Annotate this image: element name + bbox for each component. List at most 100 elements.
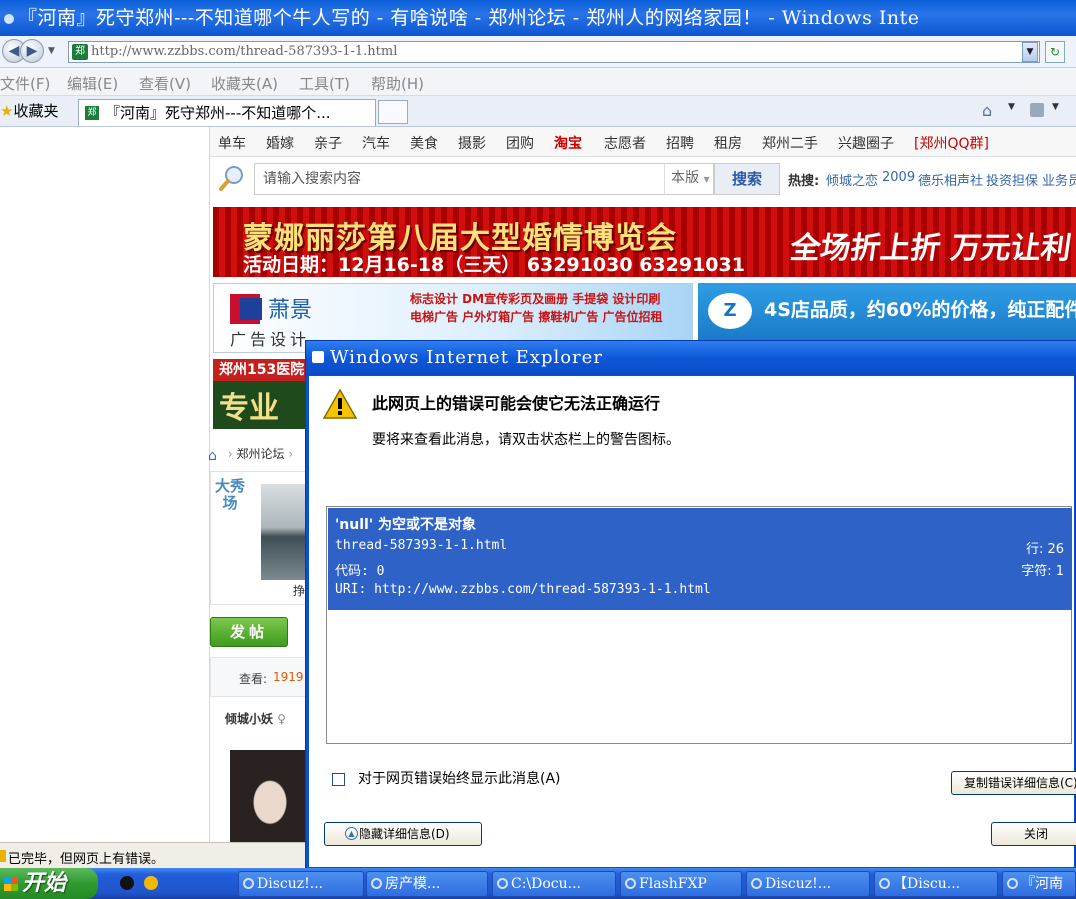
nav-link[interactable]: 淘宝 (554, 133, 582, 153)
menu-favorites[interactable]: 收藏夹(A) (211, 73, 278, 94)
status-text: 已完毕，但网页上有错误。 (8, 852, 165, 867)
flashfxp-icon (625, 878, 636, 889)
tab-current[interactable]: 郑 『河南』死守郑州---不知道哪个... (78, 99, 376, 126)
search-input[interactable]: 请输入搜索内容 (254, 163, 714, 195)
menu-help[interactable]: 帮助(H) (371, 73, 424, 94)
hot-search-link[interactable]: 投资担保 (986, 170, 1038, 189)
breadcrumb: ⌂ › 郑州论坛 › (208, 445, 293, 465)
taskbar-item-label: FlashFXP (639, 876, 707, 892)
nav-link[interactable]: 婚嫁 (266, 133, 294, 153)
qq-icon[interactable] (120, 876, 134, 890)
nav-link[interactable]: 郑州二手 (762, 133, 818, 153)
nav-link[interactable]: 汽车 (362, 133, 390, 153)
nav-link[interactable]: 团购 (506, 133, 534, 153)
favorites-button[interactable]: ★收藏夹 (0, 100, 58, 121)
quicklaunch-icon[interactable] (144, 876, 158, 890)
ie-icon (879, 878, 890, 889)
dialog-heading: 此网页上的错误可能会使它无法正确运行 (372, 394, 661, 413)
home-icon[interactable]: ⌂ (982, 101, 992, 120)
nav-link[interactable]: 兴趣圈子 (838, 133, 894, 153)
nav-link[interactable]: 租房 (714, 133, 742, 153)
warning-icon (323, 388, 357, 419)
menu-file[interactable]: 文件(F) (0, 73, 50, 94)
breadcrumb-forum-link[interactable]: 郑州论坛 (236, 447, 284, 461)
tab-bar: ★收藏夹 郑 『河南』死守郑州---不知道哪个... ⌂ ▼ ▼ (0, 96, 1076, 127)
hot-search-label: 热搜: (788, 174, 820, 189)
search-button[interactable]: 搜索 (714, 163, 780, 195)
show-label: 大秀场 (215, 477, 246, 512)
avatar[interactable] (230, 750, 310, 842)
copy-details-button[interactable]: 复制错误详细信息(C) (951, 771, 1076, 795)
ad-subtitle: 广告设计 (230, 330, 311, 349)
taskbar-item[interactable]: 房产模... (366, 871, 488, 897)
hide-details-button[interactable]: ▲ 隐藏详细信息(D) (324, 822, 482, 846)
new-tab-button[interactable] (378, 100, 408, 124)
ad-logo-mark-icon (240, 298, 262, 320)
taskbar-item[interactable]: 【Discu... (874, 871, 998, 897)
start-button[interactable]: 开始 (0, 868, 98, 899)
menu-tools[interactable]: 工具(T) (299, 73, 350, 94)
address-dropdown-icon[interactable]: ▼ (1022, 42, 1038, 62)
ie-window-icon (312, 351, 324, 363)
tab-title: 『河南』死守郑州---不知道哪个... (105, 104, 331, 122)
dialog-title-bar: Windows Internet Explorer (306, 341, 1076, 375)
always-show-checkbox[interactable] (332, 773, 345, 786)
ie-icon (243, 878, 254, 889)
breadcrumb-separator-icon: › (288, 447, 294, 461)
view-stats: 查看: 1919 (210, 657, 310, 697)
taskbar-item[interactable]: FlashFXP (620, 871, 742, 897)
hide-details-label: 隐藏详细信息(D) (359, 827, 450, 841)
banner-date: 活动日期：12月16-18（三天） 63291030 63291031 (243, 254, 745, 276)
banner-sale: 全场折上折 万元让利 (788, 231, 1074, 266)
home-dropdown-icon[interactable]: ▼ (1008, 102, 1015, 112)
menu-view[interactable]: 查看(V) (139, 73, 191, 94)
taskbar-item[interactable]: Discuz!... (238, 871, 364, 897)
site-nav: 单车 婚嫁 亲子 汽车 美食 摄影 团购 淘宝 志愿者 招聘 租房 郑州二手 兴… (210, 127, 1076, 157)
chevron-down-icon: ▼ (703, 175, 710, 184)
status-warning-icon[interactable] (0, 850, 6, 862)
nav-link[interactable]: 招聘 (666, 133, 694, 153)
show-caption[interactable]: 挣 (293, 582, 305, 599)
menu-edit[interactable]: 编辑(E) (67, 73, 118, 94)
show-panel: 大秀场 挣 (210, 471, 311, 605)
search-scope-select[interactable]: 本版 ▼ (664, 163, 714, 195)
forward-button[interactable]: ▶ (20, 39, 44, 63)
favorites-label: 收藏夹 (13, 102, 59, 120)
hot-search-link[interactable]: 2009 (882, 170, 915, 185)
hot-search-link[interactable]: 业务员 (1042, 170, 1076, 189)
close-button[interactable]: 关闭 (991, 822, 1076, 846)
error-line: 行: 26 (1025, 542, 1064, 557)
hot-search-link[interactable]: 德乐相声社 (918, 170, 983, 189)
nav-link[interactable]: 亲子 (314, 133, 342, 153)
taskbar-item-label: Discuz!... (257, 876, 324, 892)
error-details-list[interactable]: 'null' 为空或不是对象 thread-587393-1-1.html 代码… (326, 506, 1072, 744)
feeds-icon[interactable] (1030, 103, 1044, 117)
taskbar-item[interactable]: 『河南 (1002, 871, 1076, 897)
nav-link[interactable]: 单车 (218, 133, 246, 153)
nav-link[interactable]: 志愿者 (604, 133, 646, 153)
taskbar-item[interactable]: C:\Docu... (492, 871, 616, 897)
address-input[interactable]: 郑 http://www.zzbbs.com/thread-587393-1-1… (68, 41, 1040, 63)
views-label: 查看: (239, 672, 268, 686)
chevron-up-icon: ▲ (345, 827, 358, 840)
taskbar-item[interactable]: Discuz!... (746, 871, 870, 897)
dialog-body: 此网页上的错误可能会使它无法正确运行 要将来查看此消息，请双击状态栏上的警告图标… (309, 376, 1076, 867)
always-show-label[interactable]: 对于网页错误始终显示此消息(A) (358, 768, 561, 788)
nav-link[interactable]: 美食 (410, 133, 438, 153)
show-thumbnail[interactable] (261, 484, 311, 580)
views-count: 1919 (273, 670, 304, 684)
hot-search-link[interactable]: 倾城之恋 (826, 170, 878, 189)
wedding-expo-banner[interactable]: 蒙娜丽莎第八届大型婚情博览会 活动日期：12月16-18（三天） 6329103… (213, 207, 1076, 277)
new-post-button[interactable]: 发帖 (210, 617, 288, 647)
hospital-banner[interactable]: 郑州153医院 专业 (213, 359, 309, 429)
compatibility-view-icon[interactable]: ↻ (1045, 41, 1065, 63)
nav-link[interactable]: 摄影 (458, 133, 486, 153)
post-author[interactable]: 倾城小妖 ♀ (225, 710, 286, 727)
search-bar: 请输入搜索内容 本版 ▼ 搜索 热搜: 倾城之恋 2009 德乐相声社 投资担保… (210, 158, 1076, 200)
error-item-selected[interactable]: 'null' 为空或不是对象 thread-587393-1-1.html 代码… (328, 508, 1072, 610)
feeds-dropdown-icon[interactable]: ▼ (1052, 102, 1059, 112)
tab-favicon-icon: 郑 (85, 106, 99, 120)
nav-link-qq-group[interactable]: [郑州QQ群] (914, 133, 989, 153)
home-icon[interactable]: ⌂ (208, 448, 224, 464)
history-dropdown-icon[interactable]: ▼ (48, 46, 55, 56)
